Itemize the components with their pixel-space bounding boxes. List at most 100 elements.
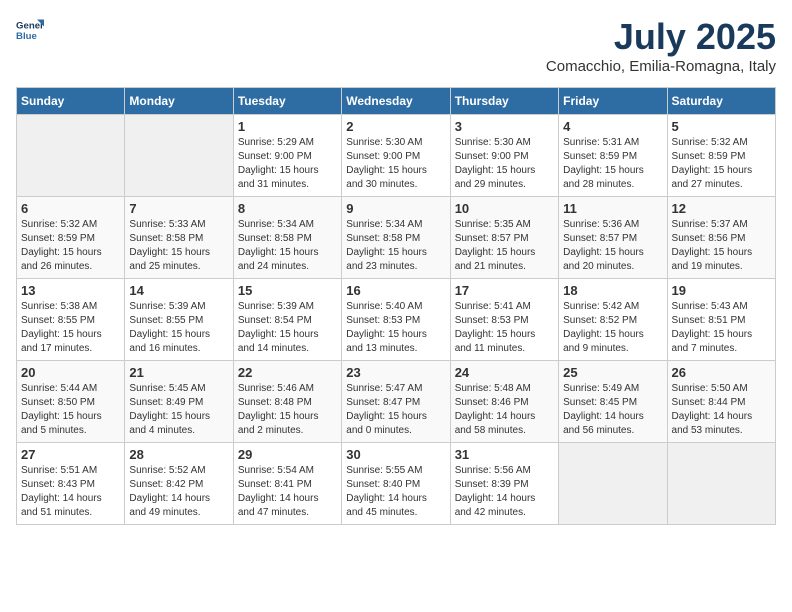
day-cell: 25Sunrise: 5:49 AM Sunset: 8:45 PM Dayli… <box>559 361 667 443</box>
day-info: Sunrise: 5:45 AM Sunset: 8:49 PM Dayligh… <box>129 382 228 438</box>
day-number: 13 <box>21 283 120 298</box>
week-row-1: 1 Sunrise: 5:29 AM Sunset: 9:00 PM Daylig… <box>17 115 776 197</box>
day-cell <box>125 115 233 197</box>
day-cell: 24 Sunrise: 5:48 AM Sunset: 8:46 PM Dayli… <box>450 361 558 443</box>
day-number: 21 <box>129 365 228 380</box>
day-cell: 6Sunrise: 5:32 AM Sunset: 8:59 PM Daylig… <box>17 197 125 279</box>
day-info: Sunrise: 5:29 AM Sunset: 9:00 PM Dayligh… <box>238 136 337 192</box>
day-number: 19 <box>672 283 771 298</box>
day-info: Sunrise: 5:42 AM Sunset: 8:52 PM Dayligh… <box>563 300 662 356</box>
header-row: SundayMondayTuesdayWednesdayThursdayFrid… <box>17 88 776 115</box>
day-cell: 18Sunrise: 5:42 AM Sunset: 8:52 PM Dayli… <box>559 279 667 361</box>
col-header-monday: Monday <box>125 88 233 115</box>
day-info: Sunrise: 5:30 AM Sunset: 9:00 PM Dayligh… <box>455 136 554 192</box>
day-cell: 8 Sunrise: 5:34 AM Sunset: 8:58 PM Daylig… <box>233 197 341 279</box>
day-number: 4 <box>563 119 662 134</box>
day-cell: 19 Sunrise: 5:43 AM Sunset: 8:51 PM Dayli… <box>667 279 775 361</box>
day-info: Sunrise: 5:39 AM Sunset: 8:54 PM Dayligh… <box>238 300 337 356</box>
day-cell: 3 Sunrise: 5:30 AM Sunset: 9:00 PM Daylig… <box>450 115 558 197</box>
col-header-sunday: Sunday <box>17 88 125 115</box>
day-info: Sunrise: 5:35 AM Sunset: 8:57 PM Dayligh… <box>455 218 554 274</box>
day-number: 31 <box>455 447 554 462</box>
col-header-wednesday: Wednesday <box>342 88 450 115</box>
day-cell <box>17 115 125 197</box>
title-block: July 2025 Comacchio, Emilia-Romagna, Ita… <box>546 16 776 75</box>
week-row-3: 13 Sunrise: 5:38 AM Sunset: 8:55 PM Dayli… <box>17 279 776 361</box>
day-cell: 4 Sunrise: 5:31 AM Sunset: 8:59 PM Daylig… <box>559 115 667 197</box>
day-number: 12 <box>672 201 771 216</box>
day-info: Sunrise: 5:36 AM Sunset: 8:57 PM Dayligh… <box>563 218 662 274</box>
day-cell: 29 Sunrise: 5:54 AM Sunset: 8:41 PM Dayli… <box>233 443 341 525</box>
day-cell: 30Sunrise: 5:55 AM Sunset: 8:40 PM Dayli… <box>342 443 450 525</box>
day-number: 23 <box>346 365 445 380</box>
day-number: 1 <box>238 119 337 134</box>
day-info: Sunrise: 5:44 AM Sunset: 8:50 PM Dayligh… <box>21 382 120 438</box>
calendar-table: SundayMondayTuesdayWednesdayThursdayFrid… <box>16 87 776 525</box>
location-title: Comacchio, Emilia-Romagna, Italy <box>546 58 776 75</box>
day-cell: 23 Sunrise: 5:47 AM Sunset: 8:47 PM Dayli… <box>342 361 450 443</box>
day-number: 11 <box>563 201 662 216</box>
day-number: 7 <box>129 201 228 216</box>
day-number: 9 <box>346 201 445 216</box>
week-row-2: 6Sunrise: 5:32 AM Sunset: 8:59 PM Daylig… <box>17 197 776 279</box>
day-cell: 14 Sunrise: 5:39 AM Sunset: 8:55 PM Dayli… <box>125 279 233 361</box>
day-number: 27 <box>21 447 120 462</box>
day-cell: 27Sunrise: 5:51 AM Sunset: 8:43 PM Dayli… <box>17 443 125 525</box>
day-number: 30 <box>346 447 445 462</box>
day-cell: 5Sunrise: 5:32 AM Sunset: 8:59 PM Daylig… <box>667 115 775 197</box>
day-cell: 7Sunrise: 5:33 AM Sunset: 8:58 PM Daylig… <box>125 197 233 279</box>
day-cell: 28Sunrise: 5:52 AM Sunset: 8:42 PM Dayli… <box>125 443 233 525</box>
day-cell: 17Sunrise: 5:41 AM Sunset: 8:53 PM Dayli… <box>450 279 558 361</box>
day-number: 8 <box>238 201 337 216</box>
day-cell: 12 Sunrise: 5:37 AM Sunset: 8:56 PM Dayli… <box>667 197 775 279</box>
day-cell: 26 Sunrise: 5:50 AM Sunset: 8:44 PM Dayli… <box>667 361 775 443</box>
day-number: 6 <box>21 201 120 216</box>
page-header: General Blue July 2025 Comacchio, Emilia… <box>16 16 776 75</box>
logo-icon: General Blue <box>16 16 44 44</box>
day-number: 20 <box>21 365 120 380</box>
day-cell: 16 Sunrise: 5:40 AM Sunset: 8:53 PM Dayli… <box>342 279 450 361</box>
day-info: Sunrise: 5:38 AM Sunset: 8:55 PM Dayligh… <box>21 300 120 356</box>
day-number: 29 <box>238 447 337 462</box>
day-number: 10 <box>455 201 554 216</box>
day-number: 22 <box>238 365 337 380</box>
day-number: 3 <box>455 119 554 134</box>
day-info: Sunrise: 5:34 AM Sunset: 8:58 PM Dayligh… <box>238 218 337 274</box>
col-header-friday: Friday <box>559 88 667 115</box>
day-info: Sunrise: 5:34 AM Sunset: 8:58 PM Dayligh… <box>346 218 445 274</box>
day-info: Sunrise: 5:37 AM Sunset: 8:56 PM Dayligh… <box>672 218 771 274</box>
day-cell: 20 Sunrise: 5:44 AM Sunset: 8:50 PM Dayli… <box>17 361 125 443</box>
day-info: Sunrise: 5:48 AM Sunset: 8:46 PM Dayligh… <box>455 382 554 438</box>
day-info: Sunrise: 5:43 AM Sunset: 8:51 PM Dayligh… <box>672 300 771 356</box>
day-info: Sunrise: 5:40 AM Sunset: 8:53 PM Dayligh… <box>346 300 445 356</box>
svg-text:Blue: Blue <box>16 31 37 42</box>
logo: General Blue <box>16 16 44 44</box>
day-number: 26 <box>672 365 771 380</box>
day-info: Sunrise: 5:39 AM Sunset: 8:55 PM Dayligh… <box>129 300 228 356</box>
day-info: Sunrise: 5:47 AM Sunset: 8:47 PM Dayligh… <box>346 382 445 438</box>
day-cell <box>667 443 775 525</box>
day-number: 15 <box>238 283 337 298</box>
day-number: 25 <box>563 365 662 380</box>
day-cell: 15 Sunrise: 5:39 AM Sunset: 8:54 PM Dayli… <box>233 279 341 361</box>
day-cell: 31Sunrise: 5:56 AM Sunset: 8:39 PM Dayli… <box>450 443 558 525</box>
day-cell: 11 Sunrise: 5:36 AM Sunset: 8:57 PM Dayli… <box>559 197 667 279</box>
day-info: Sunrise: 5:52 AM Sunset: 8:42 PM Dayligh… <box>129 464 228 520</box>
day-info: Sunrise: 5:54 AM Sunset: 8:41 PM Dayligh… <box>238 464 337 520</box>
day-info: Sunrise: 5:46 AM Sunset: 8:48 PM Dayligh… <box>238 382 337 438</box>
col-header-tuesday: Tuesday <box>233 88 341 115</box>
day-number: 16 <box>346 283 445 298</box>
day-number: 2 <box>346 119 445 134</box>
week-row-4: 20 Sunrise: 5:44 AM Sunset: 8:50 PM Dayli… <box>17 361 776 443</box>
week-row-5: 27Sunrise: 5:51 AM Sunset: 8:43 PM Dayli… <box>17 443 776 525</box>
day-info: Sunrise: 5:50 AM Sunset: 8:44 PM Dayligh… <box>672 382 771 438</box>
day-number: 24 <box>455 365 554 380</box>
day-info: Sunrise: 5:41 AM Sunset: 8:53 PM Dayligh… <box>455 300 554 356</box>
day-number: 5 <box>672 119 771 134</box>
month-title: July 2025 <box>546 16 776 58</box>
day-cell: 2Sunrise: 5:30 AM Sunset: 9:00 PM Daylig… <box>342 115 450 197</box>
day-info: Sunrise: 5:31 AM Sunset: 8:59 PM Dayligh… <box>563 136 662 192</box>
day-number: 14 <box>129 283 228 298</box>
day-cell: 10 Sunrise: 5:35 AM Sunset: 8:57 PM Dayli… <box>450 197 558 279</box>
day-cell <box>559 443 667 525</box>
